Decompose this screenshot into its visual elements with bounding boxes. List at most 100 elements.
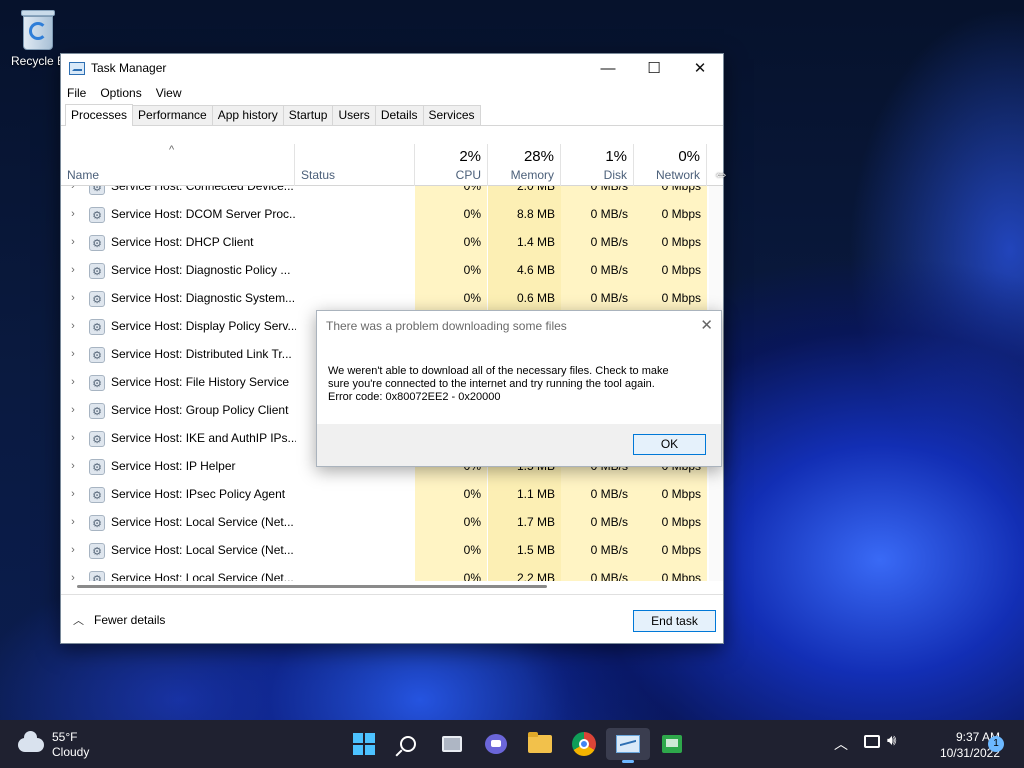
tab-services[interactable]: Services: [422, 105, 481, 125]
search-icon: [400, 736, 416, 752]
column-name[interactable]: ^ Name: [61, 144, 295, 186]
menu-view[interactable]: View: [156, 86, 182, 100]
file-explorer-button[interactable]: [518, 728, 562, 760]
column-disk[interactable]: 1% Disk: [561, 144, 634, 186]
expand-chevron-icon[interactable]: ›: [67, 452, 79, 480]
process-row[interactable]: › ⚙ Service Host: Connected Device... 0% 2.0…: [61, 186, 709, 200]
network-icon[interactable]: [864, 735, 880, 748]
process-row[interactable]: › ⚙ Service Host: Local Service (Net... 0% 1…: [61, 536, 709, 564]
file-explorer-icon: [528, 732, 552, 753]
column-disk-label: Disk: [603, 168, 627, 182]
service-gear-icon: ⚙: [89, 515, 105, 531]
expand-chevron-icon[interactable]: ›: [67, 256, 79, 284]
process-disk: 0 MB/s: [561, 284, 634, 312]
process-disk: 0 MB/s: [561, 480, 634, 508]
end-task-button[interactable]: End task: [633, 610, 716, 632]
expand-chevron-icon[interactable]: ›: [67, 536, 79, 564]
close-button[interactable]: ✕: [677, 54, 723, 82]
process-memory: 8.8 MB: [488, 200, 561, 228]
title-bar[interactable]: Task Manager — ☐ ✕: [61, 54, 723, 82]
process-network: 0 Mbps: [634, 186, 707, 200]
tab-processes[interactable]: Processes: [65, 104, 134, 126]
process-memory: 4.6 MB: [488, 256, 561, 284]
dialog-close-button[interactable]: ✕: [700, 316, 713, 334]
expand-chevron-icon[interactable]: ›: [67, 312, 79, 340]
service-gear-icon: ⚙: [89, 291, 105, 307]
cpu-total: 2%: [459, 148, 481, 165]
horizontal-scrollbar[interactable]: [61, 581, 723, 591]
show-hidden-icons-chevron-icon[interactable]: ︿: [834, 734, 848, 754]
horizontal-scrollbar-thumb[interactable]: [77, 585, 547, 588]
column-network[interactable]: 0% Network: [634, 144, 707, 186]
tab-startup[interactable]: Startup: [282, 105, 334, 125]
process-name: Service Host: Local Service (Net...: [111, 571, 294, 581]
expand-chevron-icon[interactable]: ›: [67, 564, 79, 581]
expand-chevron-icon[interactable]: ›: [67, 228, 79, 256]
expand-chevron-icon[interactable]: ›: [67, 200, 79, 228]
expand-chevron-icon[interactable]: ›: [67, 396, 79, 424]
expand-chevron-icon[interactable]: ›: [67, 480, 79, 508]
process-disk: 0 MB/s: [561, 536, 634, 564]
expand-chevron-icon[interactable]: ›: [67, 368, 79, 396]
process-network: 0 Mbps: [634, 200, 707, 228]
weather-widget[interactable]: 55°F Cloudy: [18, 730, 89, 760]
column-network-label: Network: [655, 168, 700, 182]
column-memory[interactable]: 28% Memory: [488, 144, 561, 186]
process-row[interactable]: › ⚙ Service Host: DHCP Client 0% 1.4 MB 0 MB/…: [61, 228, 709, 256]
tab-details[interactable]: Details: [374, 105, 424, 125]
maximize-button[interactable]: ☐: [631, 54, 677, 82]
service-gear-icon: ⚙: [89, 347, 105, 363]
expand-chevron-icon[interactable]: ›: [67, 186, 79, 200]
menu-options[interactable]: Options: [100, 86, 141, 100]
fewer-details-button[interactable]: ︿ Fewer details: [73, 612, 165, 628]
tab-app-history[interactable]: App history: [211, 105, 284, 125]
service-gear-icon: ⚙: [89, 543, 105, 559]
dialog-title: There was a problem downloading some fil…: [326, 319, 567, 333]
service-gear-icon: ⚙: [89, 487, 105, 503]
process-row[interactable]: › ⚙ Service Host: Diagnostic Policy ... 0% 4…: [61, 256, 709, 284]
process-row[interactable]: › ⚙ Service Host: Local Service (Net... 0% 2…: [61, 564, 709, 581]
taskbar: 55°F Cloudy ︿ 🔊︎ 9:37 AM 10/31/2022 1: [0, 720, 1024, 768]
volume-icon[interactable]: 🔊︎: [887, 732, 896, 749]
expand-chevron-icon[interactable]: ›: [67, 340, 79, 368]
chrome-button[interactable]: [562, 728, 606, 760]
tab-users[interactable]: Users: [332, 105, 376, 125]
task-manager-taskbar-button[interactable]: [606, 728, 650, 763]
network-total: 0%: [678, 148, 700, 165]
notification-badge[interactable]: 1: [988, 736, 1004, 752]
cloud-icon: [18, 731, 44, 752]
process-row[interactable]: › ⚙ Service Host: Diagnostic System... 0% 0.…: [61, 284, 709, 312]
process-row[interactable]: › ⚙ Service Host: Local Service (Net... 0% 1…: [61, 508, 709, 536]
process-disk: 0 MB/s: [561, 508, 634, 536]
expand-chevron-icon[interactable]: ›: [67, 508, 79, 536]
tab-performance[interactable]: Performance: [132, 105, 213, 125]
column-name-label: Name: [67, 168, 100, 182]
minimize-button[interactable]: —: [585, 54, 631, 82]
chat-button[interactable]: [474, 728, 518, 760]
service-gear-icon: ⚙: [89, 263, 105, 279]
search-button[interactable]: [386, 728, 430, 760]
task-view-button[interactable]: [430, 728, 474, 760]
process-row[interactable]: › ⚙ Service Host: IPsec Policy Agent 0% 1.1 …: [61, 480, 709, 508]
service-gear-icon: ⚙: [89, 403, 105, 419]
error-dialog: There was a problem downloading some fil…: [316, 310, 722, 467]
column-header-row: ^ Name Status 2% CPU 28% Memory 1% Disk …: [61, 144, 723, 186]
process-network: 0 Mbps: [634, 564, 707, 581]
expand-chevron-icon[interactable]: ›: [67, 424, 79, 452]
process-row[interactable]: › ⚙ Service Host: DCOM Server Proc... 0% 8.8…: [61, 200, 709, 228]
recycle-bin-icon: [20, 8, 56, 52]
resize-cursor-icon: ⇔: [713, 166, 729, 183]
start-button[interactable]: [342, 728, 386, 760]
package-app-button[interactable]: [650, 728, 694, 760]
process-network: 0 Mbps: [634, 508, 707, 536]
service-gear-icon: ⚙: [89, 571, 105, 581]
menu-file[interactable]: File: [67, 86, 86, 100]
menu-bar: File Options View: [61, 82, 723, 104]
process-cpu: 0%: [415, 508, 487, 536]
expand-chevron-icon[interactable]: ›: [67, 284, 79, 312]
process-disk: 0 MB/s: [561, 256, 634, 284]
column-cpu[interactable]: 2% CPU: [415, 144, 488, 186]
ok-button[interactable]: OK: [633, 434, 706, 455]
chevron-up-icon: ︿: [73, 615, 84, 627]
column-status[interactable]: Status: [295, 144, 415, 186]
